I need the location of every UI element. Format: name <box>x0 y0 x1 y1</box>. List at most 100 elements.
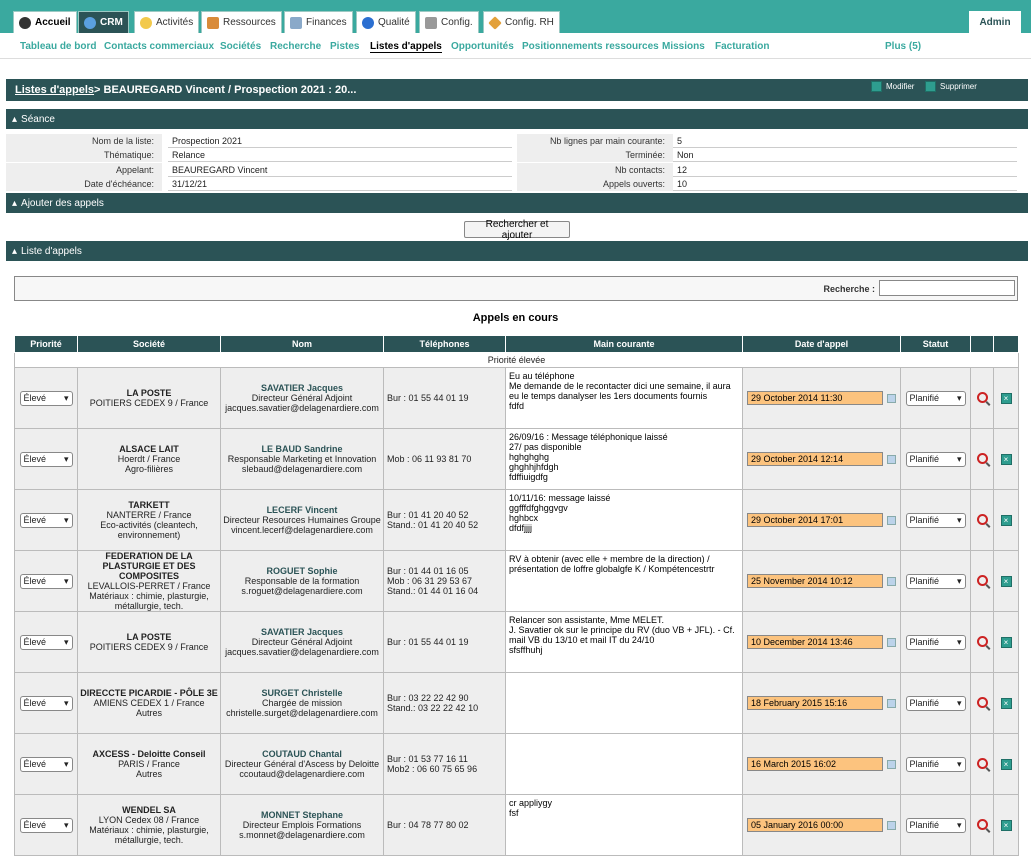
contact-name[interactable]: ROGUET Sophie <box>221 566 383 576</box>
company-name[interactable]: AXCESS - Deloitte Conseil <box>78 749 220 759</box>
magnifier-icon[interactable] <box>976 635 988 647</box>
priority-select[interactable]: Élevé <box>19 817 73 833</box>
main-courante-textarea[interactable]: Eu au téléphone Me demande de le reconta… <box>506 368 742 425</box>
status-select[interactable]: Planifié <box>905 756 966 772</box>
company-name[interactable]: LA POSTE <box>78 632 220 642</box>
delete-icon[interactable]: × <box>1000 514 1012 526</box>
supprimer-button[interactable]: Supprimer <box>925 81 977 92</box>
header-societe[interactable]: Société <box>77 335 221 353</box>
contact-name[interactable]: SURGET Christelle <box>221 688 383 698</box>
status-select[interactable]: Planifié <box>905 634 966 650</box>
subnav-recherche[interactable]: Recherche <box>270 41 321 52</box>
section-seance[interactable]: ▴ Séance <box>6 109 1028 129</box>
section-ajouter-appels[interactable]: ▴ Ajouter des appels <box>6 193 1028 213</box>
date-input[interactable]: 29 October 2014 17:01 <box>747 513 883 527</box>
contact-name[interactable]: COUTAUD Chantal <box>221 749 383 759</box>
tab-accueil[interactable]: Accueil <box>13 11 77 33</box>
calendar-icon[interactable] <box>887 820 896 830</box>
header-telephones[interactable]: Téléphones <box>383 335 506 353</box>
subnav-societes[interactable]: Sociétés <box>220 41 261 52</box>
delete-icon[interactable]: × <box>1000 758 1012 770</box>
calendar-icon[interactable] <box>887 698 896 708</box>
date-input[interactable]: 25 November 2014 10:12 <box>747 574 883 588</box>
tab-activites[interactable]: Activités <box>134 11 200 33</box>
date-input[interactable]: 16 March 2015 16:02 <box>747 757 883 771</box>
date-input[interactable]: 10 December 2014 13:46 <box>747 635 883 649</box>
delete-icon[interactable]: × <box>1000 575 1012 587</box>
header-priorite[interactable]: Priorité <box>14 335 78 353</box>
date-input[interactable]: 18 February 2015 15:16 <box>747 696 883 710</box>
main-courante-textarea[interactable]: Relancer son assistante, Mme MELET. J. S… <box>506 612 742 669</box>
calendar-icon[interactable] <box>887 759 896 769</box>
company-name[interactable]: DIRECCTE PICARDIE - PÔLE 3E <box>78 688 220 698</box>
delete-icon[interactable]: × <box>1000 636 1012 648</box>
status-select[interactable]: Planifié <box>905 695 966 711</box>
tab-ressources[interactable]: Ressources <box>201 11 282 33</box>
contact-name[interactable]: LE BAUD Sandrine <box>221 444 383 454</box>
delete-icon[interactable]: × <box>1000 453 1012 465</box>
delete-icon[interactable]: × <box>1000 392 1012 404</box>
tab-config[interactable]: Config. <box>419 11 479 33</box>
company-name[interactable]: WENDEL SA <box>78 805 220 815</box>
subnav-opportunites[interactable]: Opportunités <box>451 41 514 52</box>
company-name[interactable]: TARKETT <box>78 500 220 510</box>
status-select[interactable]: Planifié <box>905 451 966 467</box>
status-select[interactable]: Planifié <box>905 390 966 406</box>
subnav-listes-appels[interactable]: Listes d'appels <box>370 41 442 53</box>
priority-select[interactable]: Élevé <box>19 695 73 711</box>
magnifier-icon[interactable] <box>976 574 988 586</box>
tab-finances[interactable]: Finances <box>284 11 353 33</box>
magnifier-icon[interactable] <box>976 391 988 403</box>
calendar-icon[interactable] <box>887 576 896 586</box>
subnav-tableau-de-bord[interactable]: Tableau de bord <box>20 41 97 52</box>
company-name[interactable]: LA POSTE <box>78 388 220 398</box>
priority-select[interactable]: Élevé <box>19 512 73 528</box>
priority-select[interactable]: Élevé <box>19 573 73 589</box>
main-courante-textarea[interactable]: RV à obtenir (avec elle + membre de la d… <box>506 551 742 608</box>
magnifier-icon[interactable] <box>976 452 988 464</box>
priority-select[interactable]: Élevé <box>19 634 73 650</box>
magnifier-icon[interactable] <box>976 818 988 830</box>
magnifier-icon[interactable] <box>976 757 988 769</box>
date-input[interactable]: 05 January 2016 00:00 <box>747 818 883 832</box>
contact-name[interactable]: LECERF Vincent <box>221 505 383 515</box>
admin-button[interactable]: Admin <box>969 11 1021 33</box>
priority-select[interactable]: Élevé <box>19 451 73 467</box>
status-select[interactable]: Planifié <box>905 573 966 589</box>
header-nom[interactable]: Nom <box>220 335 384 353</box>
rechercher-ajouter-button[interactable]: Rechercher et ajouter <box>464 219 570 241</box>
date-input[interactable]: 29 October 2014 12:14 <box>747 452 883 466</box>
main-courante-textarea[interactable] <box>506 673 742 730</box>
contact-name[interactable]: SAVATIER Jacques <box>221 627 383 637</box>
search-input[interactable] <box>879 280 1015 296</box>
subnav-contacts-commerciaux[interactable]: Contacts commerciaux <box>104 41 214 52</box>
tab-qualite[interactable]: Qualité <box>356 11 416 33</box>
company-name[interactable]: ALSACE LAIT <box>78 444 220 454</box>
status-select[interactable]: Planifié <box>905 512 966 528</box>
subnav-pistes[interactable]: Pistes <box>330 41 359 52</box>
modifier-button[interactable]: Modifier <box>871 81 914 92</box>
date-input[interactable]: 29 October 2014 11:30 <box>747 391 883 405</box>
magnifier-icon[interactable] <box>976 513 988 525</box>
subnav-missions[interactable]: Missions <box>662 41 705 52</box>
subnav-positionnements[interactable]: Positionnements ressources <box>522 41 659 52</box>
tab-crm[interactable]: CRM <box>78 11 129 33</box>
header-date-appel[interactable]: Date d'appel <box>742 335 901 353</box>
main-courante-textarea[interactable]: cr appliygy fsf <box>506 795 742 852</box>
calendar-icon[interactable] <box>887 637 896 647</box>
main-courante-textarea[interactable]: 10/11/16: message laissé ggfffdfghggvgv … <box>506 490 742 547</box>
status-select[interactable]: Planifié <box>905 817 966 833</box>
calendar-icon[interactable] <box>887 393 896 403</box>
delete-icon[interactable]: × <box>1000 819 1012 831</box>
priority-select[interactable]: Élevé <box>19 390 73 406</box>
header-main-courante[interactable]: Main courante <box>505 335 743 353</box>
breadcrumb-link[interactable]: Listes d'appels <box>15 84 94 96</box>
contact-name[interactable]: MONNET Stephane <box>221 810 383 820</box>
calendar-icon[interactable] <box>887 515 896 525</box>
subnav-facturation[interactable]: Facturation <box>715 41 769 52</box>
calendar-icon[interactable] <box>887 454 896 464</box>
delete-icon[interactable]: × <box>1000 697 1012 709</box>
section-liste-appels[interactable]: ▴ Liste d'appels <box>6 241 1028 261</box>
contact-name[interactable]: SAVATIER Jacques <box>221 383 383 393</box>
priority-select[interactable]: Élevé <box>19 756 73 772</box>
